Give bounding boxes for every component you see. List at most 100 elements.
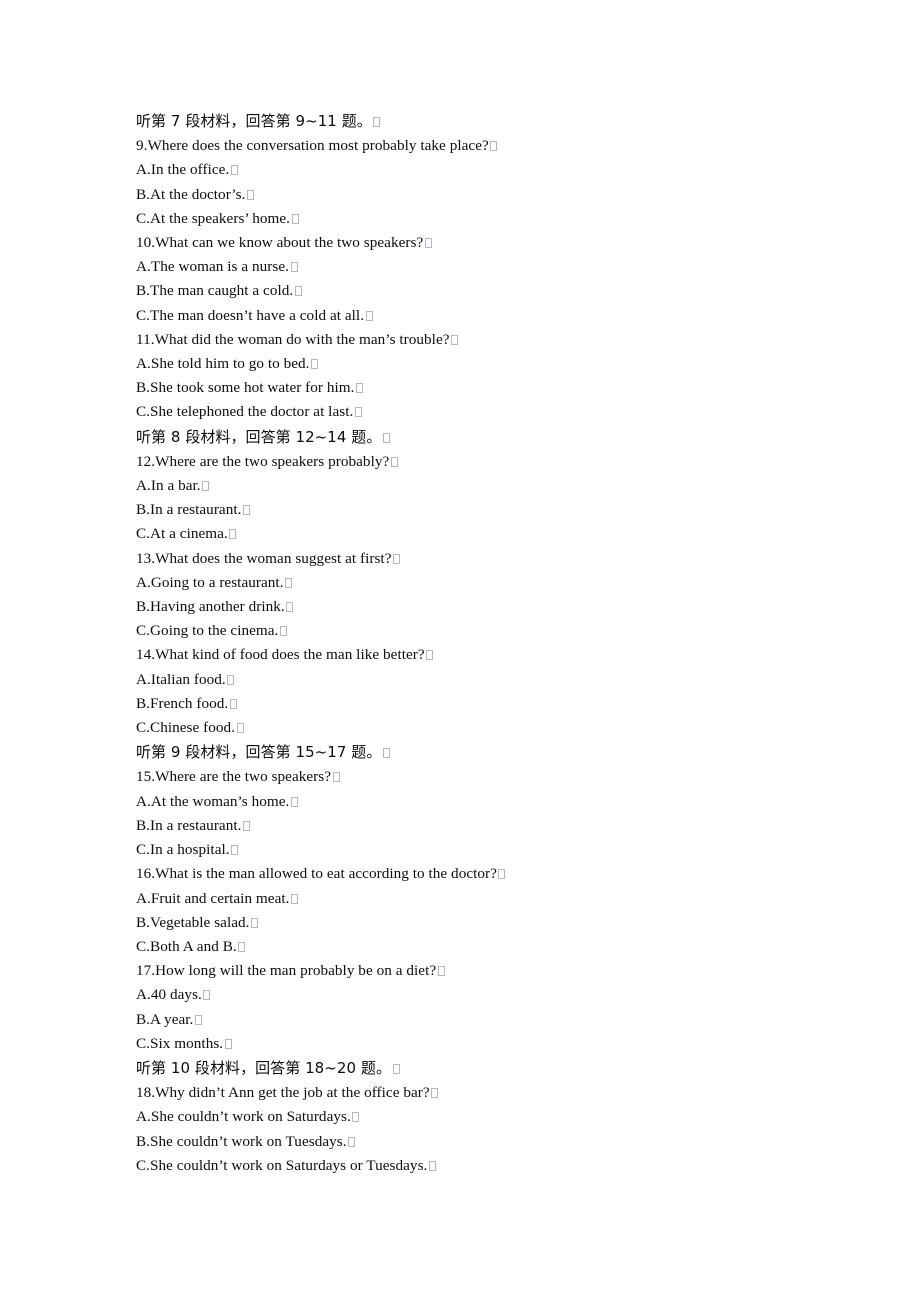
missing-glyph-box-icon <box>332 772 340 783</box>
missing-glyph-box-icon <box>229 698 237 709</box>
line-text: 10.What can we know about the two speake… <box>136 234 424 252</box>
line-text: A.She told him to go to bed. <box>136 355 310 373</box>
missing-glyph-box-icon <box>243 820 250 831</box>
missing-glyph-box-icon <box>291 213 299 224</box>
choice-line: C.At a cinema. <box>136 522 836 546</box>
missing-glyph-box-icon <box>194 1014 202 1025</box>
choice-line: B.Vegetable salad. <box>136 911 836 935</box>
document-page: 听第 7 段材料，回答第 9~11 题。 9.Where does the con… <box>0 0 920 1302</box>
missing-glyph-box-icon <box>290 262 298 273</box>
choice-line: C.She couldn’t work on Saturdays or Tues… <box>136 1154 836 1178</box>
missing-glyph-box-icon <box>382 432 390 443</box>
line-text: C.Going to the cinema. <box>136 622 279 640</box>
line-text: B.She took some hot water for him. <box>136 379 355 397</box>
missing-glyph-box-icon <box>202 481 210 492</box>
missing-glyph-box-icon <box>230 165 238 176</box>
missing-glyph-box-icon <box>451 334 459 345</box>
line-text: 9.Where does the conversation most proba… <box>136 137 489 155</box>
question-line: 12.Where are the two speakers probably? <box>136 450 836 474</box>
question-line: 13.What does the woman suggest at first? <box>136 547 836 571</box>
line-text: B.In a restaurant. <box>136 816 242 834</box>
line-text: B.The man caught a cold. <box>136 282 294 300</box>
question-line: 17.How long will the man probably be on … <box>136 959 836 983</box>
missing-glyph-box-icon <box>203 990 211 1001</box>
missing-glyph-box-icon <box>246 189 254 200</box>
line-text: 听第 8 段材料，回答第 12~14 题。 <box>136 427 382 446</box>
missing-glyph-box-icon <box>229 529 237 540</box>
choice-line: B.In a restaurant. <box>136 498 836 522</box>
line-text: A.40 days. <box>136 986 202 1004</box>
line-text: 听第 9 段材料，回答第 15~17 题。 <box>136 743 382 762</box>
line-text: C.She couldn’t work on Saturdays or Tues… <box>136 1156 428 1174</box>
line-text: 14.What kind of food does the man like b… <box>136 646 425 664</box>
missing-glyph-box-icon <box>437 966 445 977</box>
missing-glyph-box-icon <box>356 383 364 394</box>
line-text: A.Italian food. <box>136 670 226 688</box>
choice-line: A.She couldn’t work on Saturdays. <box>136 1105 836 1129</box>
document-text-body: 听第 7 段材料，回答第 9~11 题。 9.Where does the con… <box>136 109 836 1178</box>
line-text: C.In a hospital. <box>136 841 230 859</box>
missing-glyph-box-icon <box>498 869 506 880</box>
missing-glyph-box-icon <box>243 505 250 516</box>
question-line: 11.What did the woman do with the man’s … <box>136 328 836 352</box>
line-text: C.Both A and B. <box>136 937 237 955</box>
line-text: C.At a cinema. <box>136 525 228 543</box>
choice-line: B.French food. <box>136 692 836 716</box>
missing-glyph-box-icon <box>236 723 244 734</box>
missing-glyph-box-icon <box>424 238 432 249</box>
choice-line: B.In a restaurant. <box>136 814 836 838</box>
missing-glyph-box-icon <box>428 1160 436 1171</box>
missing-glyph-box-icon <box>227 674 235 685</box>
section-header-line: 听第 8 段材料，回答第 12~14 题。 <box>136 425 836 450</box>
line-text: A.The woman is a nurse. <box>136 258 289 276</box>
line-text: 18.Why didn’t Ann get the job at the off… <box>136 1084 430 1102</box>
line-text: C.At the speakers’ home. <box>136 209 291 227</box>
line-text: B.French food. <box>136 694 229 712</box>
line-text: C.Six months. <box>136 1034 224 1052</box>
choice-line: B.At the doctor’s. <box>136 183 836 207</box>
section-header-line: 听第 9 段材料，回答第 15~17 题。 <box>136 740 836 765</box>
line-text: A.Going to a restaurant. <box>136 573 284 591</box>
choice-line: C.Both A and B. <box>136 935 836 959</box>
choice-line: A.Going to a restaurant. <box>136 571 836 595</box>
line-text: A.In a bar. <box>136 477 201 495</box>
missing-glyph-box-icon <box>311 359 319 370</box>
choice-line: C.At the speakers’ home. <box>136 207 836 231</box>
missing-glyph-box-icon <box>382 748 390 759</box>
line-text: B.She couldn’t work on Tuesdays. <box>136 1132 347 1150</box>
question-line: 9.Where does the conversation most proba… <box>136 134 836 158</box>
line-text: 17.How long will the man probably be on … <box>136 962 437 980</box>
choice-line: C.Six months. <box>136 1032 836 1056</box>
line-text: C.The man doesn’t have a cold at all. <box>136 306 365 324</box>
section-header-line: 听第 7 段材料，回答第 9~11 题。 <box>136 109 836 134</box>
question-line: 14.What kind of food does the man like b… <box>136 643 836 667</box>
line-text: A.In the office. <box>136 161 230 179</box>
question-line: 16.What is the man allowed to eat accord… <box>136 862 836 886</box>
line-text: A.Fruit and certain meat. <box>136 889 290 907</box>
missing-glyph-box-icon <box>373 117 381 127</box>
line-text: 12.Where are the two speakers probably? <box>136 452 390 470</box>
choice-line: A.In a bar. <box>136 474 836 498</box>
line-text: 听第 10 段材料，回答第 18~20 题。 <box>136 1058 392 1077</box>
choice-line: A.Italian food. <box>136 668 836 692</box>
question-line: 18.Why didn’t Ann get the job at the off… <box>136 1081 836 1105</box>
choice-line: C.Chinese food. <box>136 716 836 740</box>
choice-line: C.She telephoned the doctor at last. <box>136 400 836 424</box>
choice-line: A.The woman is a nurse. <box>136 255 836 279</box>
choice-line: C.Going to the cinema. <box>136 619 836 643</box>
missing-glyph-box-icon <box>352 1112 360 1123</box>
question-line: 15.Where are the two speakers? <box>136 765 836 789</box>
choice-line: A.40 days. <box>136 983 836 1007</box>
missing-glyph-box-icon <box>348 1136 356 1147</box>
missing-glyph-box-icon <box>279 626 287 637</box>
choice-line: B.She took some hot water for him. <box>136 376 836 400</box>
missing-glyph-box-icon <box>490 141 498 152</box>
missing-glyph-box-icon <box>392 1063 400 1074</box>
line-text: 16.What is the man allowed to eat accord… <box>136 865 497 883</box>
missing-glyph-box-icon <box>231 845 239 856</box>
choice-line: A.She told him to go to bed. <box>136 352 836 376</box>
choice-line: B.The man caught a cold. <box>136 279 836 303</box>
choice-line: A.Fruit and certain meat. <box>136 887 836 911</box>
missing-glyph-box-icon <box>224 1038 232 1049</box>
missing-glyph-box-icon <box>431 1088 439 1099</box>
